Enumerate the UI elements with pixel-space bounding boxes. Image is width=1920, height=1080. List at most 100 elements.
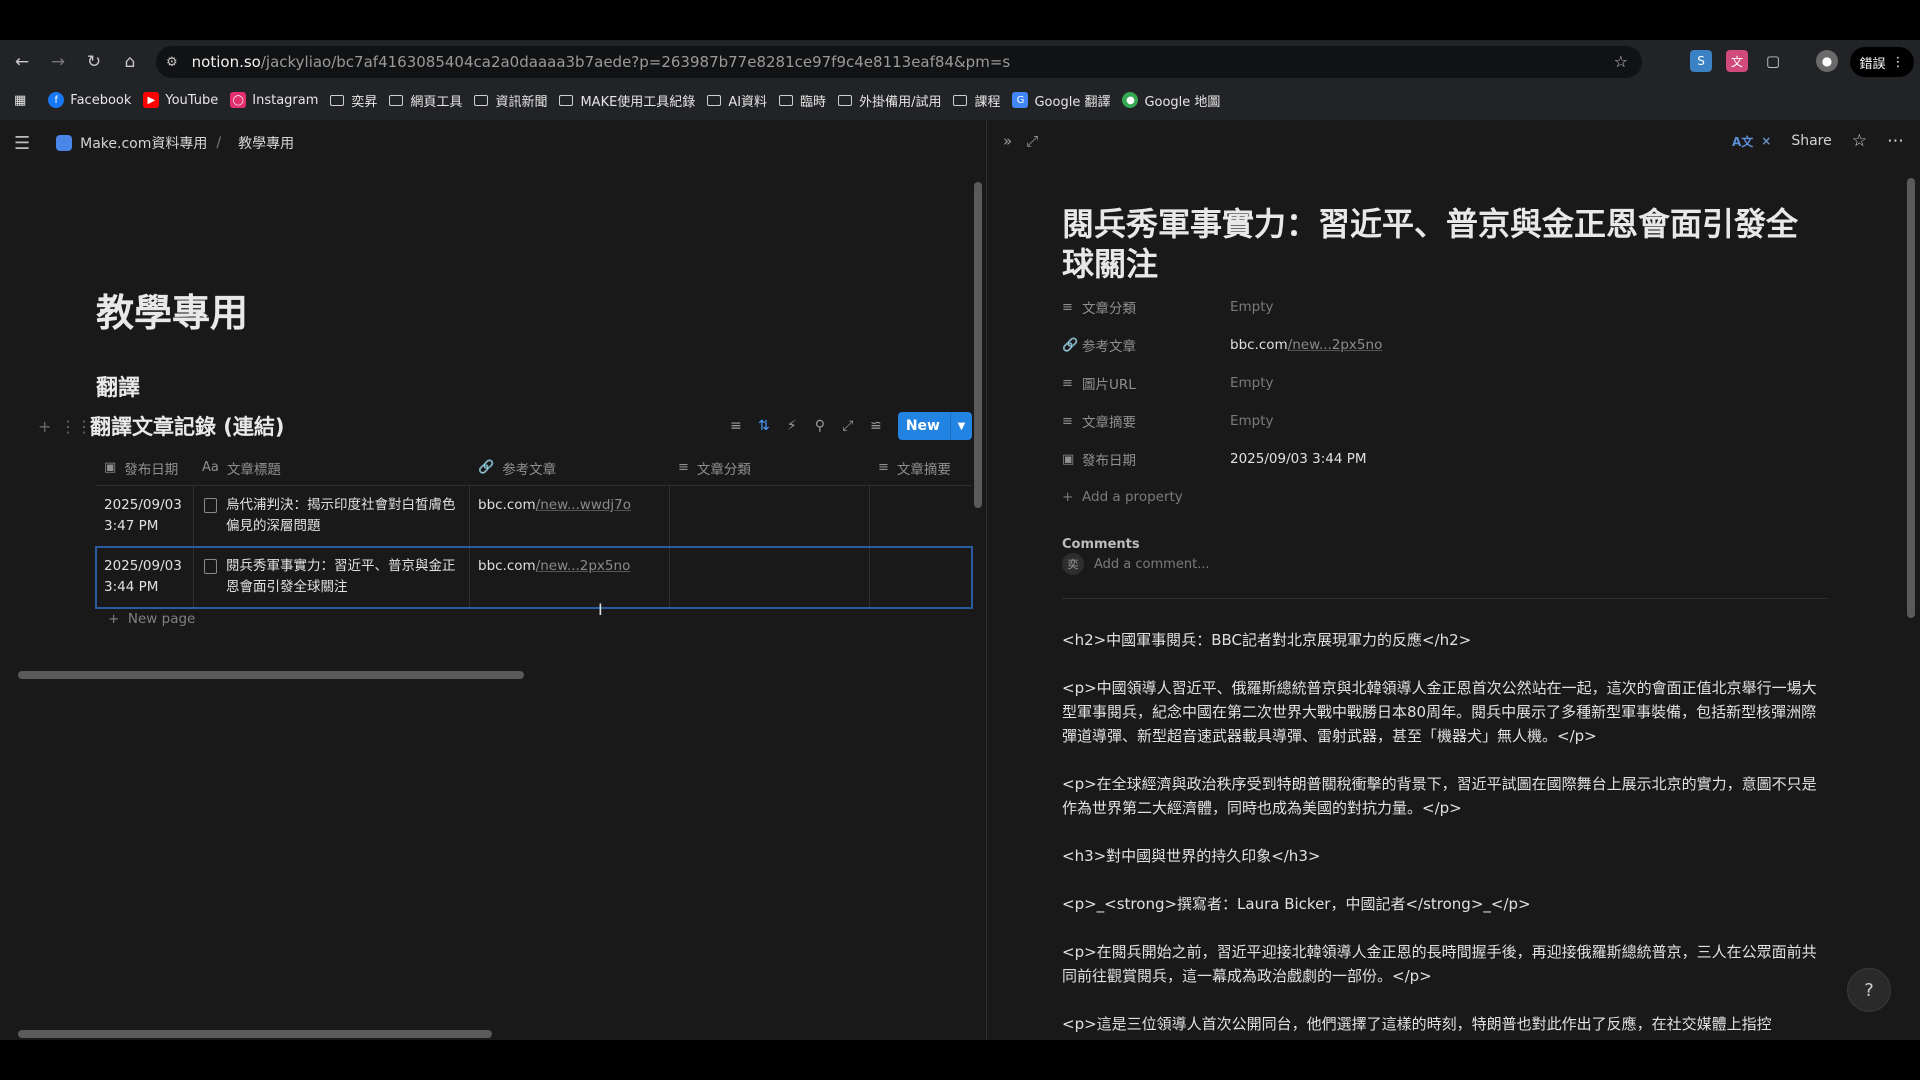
property-row[interactable]: ≡ 文章分類 Empty [1062, 288, 1822, 326]
search-icon[interactable]: ⚲ [806, 412, 834, 440]
bookmark-folder[interactable]: 課程 [953, 91, 1000, 110]
comment-input[interactable]: 奕 Add a comment... [1062, 553, 1828, 599]
sort-icon[interactable]: ⇅ [750, 412, 778, 440]
bookmark-facebook[interactable]: f Facebook [48, 92, 131, 108]
page-title[interactable]: 教學專用 [96, 282, 248, 337]
close-peek-icon[interactable]: » [1003, 132, 1012, 150]
profile-avatar-icon[interactable]: ● [1816, 50, 1838, 72]
home-icon[interactable]: ⌂ [116, 48, 144, 76]
breadcrumb-current[interactable]: 教學專用 [238, 133, 294, 153]
help-assistant-icon[interactable]: ? [1847, 968, 1891, 1012]
bookmark-youtube[interactable]: ▶ YouTube [143, 92, 218, 108]
cell-title[interactable]: 閱兵秀軍事實力：習近平、普京與金正恩會面引發全球關注 [194, 547, 470, 607]
link-path[interactable]: /new...wwdj7o [536, 497, 631, 513]
bookmark-folder[interactable]: MAKE使用工具紀錄 [559, 91, 695, 110]
database-title[interactable]: 翻譯文章記錄 (連結) [90, 411, 285, 441]
site-settings-icon[interactable]: ⚙ [166, 55, 178, 70]
cell-date[interactable]: 2025/09/03 3:44 PM [96, 547, 194, 607]
cell-reference[interactable]: bbc.com/new...2px5no [470, 547, 670, 607]
open-full-page-icon[interactable]: ⤢ [1026, 132, 1038, 150]
body-paragraph[interactable]: <p>中國領導人習近平、俄羅斯總統普京與北韓領導人金正恩首次公然站在一起，這次的… [1062, 676, 1822, 748]
cell-summary[interactable] [870, 486, 972, 546]
link-path[interactable]: /new...2px5no [1288, 337, 1383, 353]
settings-sliders-icon[interactable]: ≌ [862, 412, 890, 440]
profile-error-button[interactable]: 錯誤 ⋮ [1850, 47, 1914, 77]
close-icon[interactable]: × [1761, 134, 1771, 148]
translate-badge[interactable]: A文 × [1732, 133, 1771, 150]
bookmark-folder[interactable]: AI資料 [707, 91, 767, 110]
section-heading[interactable]: 翻譯 [96, 370, 140, 402]
property-row[interactable]: ▣ 發布日期 2025/09/03 3:44 PM [1062, 440, 1822, 478]
bookmark-star-icon[interactable]: ☆ [1614, 52, 1628, 71]
more-options-icon[interactable]: ⋯ [1887, 131, 1904, 151]
property-value[interactable]: bbc.com/new...2px5no [1230, 337, 1382, 353]
reload-icon[interactable]: ↻ [80, 48, 108, 76]
filter-icon[interactable]: ≡ [722, 412, 750, 440]
property-row[interactable]: ≡ 圖片URL Empty [1062, 364, 1822, 402]
bookmark-folder[interactable]: 資訊新聞 [474, 91, 547, 110]
bookmark-google-maps[interactable]: ● Google 地圖 [1122, 91, 1220, 110]
add-property-button[interactable]: + Add a property [1062, 478, 1822, 516]
table-row[interactable]: 2025/09/03 3:47 PM 烏代浦判決：揭示印度社會對白皙膚色偏見的深層… [96, 486, 972, 547]
share-button[interactable]: Share [1791, 133, 1831, 149]
column-header-category[interactable]: ≡ 文章分類 [670, 450, 870, 486]
breadcrumb-parent[interactable]: Make.com資料專用 [80, 133, 207, 153]
add-block-icon[interactable]: + [38, 417, 60, 436]
extension-translate-icon[interactable]: 文 [1726, 50, 1748, 72]
property-value[interactable]: 2025/09/03 3:44 PM [1230, 451, 1367, 467]
chevron-down-icon[interactable]: ▼ [950, 412, 972, 440]
column-header-summary[interactable]: ≡ 文章摘要 [870, 450, 972, 486]
cell-reference[interactable]: bbc.com/new...wwdj7o [470, 486, 670, 546]
favorite-star-icon[interactable]: ☆ [1852, 131, 1867, 151]
extension-s-icon[interactable]: S [1690, 50, 1712, 72]
link-host[interactable]: bbc.com [478, 558, 536, 574]
property-value[interactable]: Empty [1230, 299, 1274, 315]
new-page-button[interactable]: + New page [108, 611, 195, 627]
comments-heading: Comments [1062, 537, 1140, 552]
link-path[interactable]: /new...2px5no [536, 558, 631, 574]
address-bar[interactable]: ⚙ notion.so/jackyliao/bc7af4163085404ca2… [156, 46, 1642, 78]
bookmark-folder[interactable]: 外掛備用/試用 [838, 91, 941, 110]
peek-page-title[interactable]: 閱兵秀軍事實力：習近平、普京與金正恩會面引發全球關注 [1062, 204, 1802, 284]
table-row[interactable]: 2025/09/03 3:44 PM 閱兵秀軍事實力：習近平、普京與金正恩會面引發… [95, 546, 973, 609]
cell-category[interactable] [670, 486, 870, 546]
column-header-reference[interactable]: 🔗 参考文章 [470, 450, 670, 486]
bookmark-folder[interactable]: 臨時 [779, 91, 826, 110]
bookmark-folder[interactable]: 網頁工具 [389, 91, 462, 110]
bookmark-google-translate[interactable]: G Google 翻譯 [1012, 91, 1110, 110]
body-paragraph[interactable]: <h3>對中國與世界的持久印象</h3> [1062, 844, 1822, 868]
expand-icon[interactable]: ⤢ [834, 412, 862, 440]
page-vertical-scrollbar[interactable] [974, 182, 982, 508]
page-horizontal-scrollbar[interactable] [18, 1030, 492, 1038]
cell-summary[interactable] [870, 547, 972, 607]
back-icon[interactable]: ← [8, 48, 36, 76]
body-paragraph[interactable]: <p>_<strong>撰寫者：Laura Bicker，中國記者</stron… [1062, 892, 1822, 916]
property-value[interactable]: Empty [1230, 375, 1274, 391]
cell-title[interactable]: 烏代浦判決：揭示印度社會對白皙膚色偏見的深層問題 [194, 486, 470, 546]
property-row[interactable]: 🔗 参考文章 bbc.com/new...2px5no [1062, 326, 1822, 364]
column-header-date[interactable]: ▣ 發布日期 [96, 450, 194, 486]
calendar-icon: ▣ [104, 460, 117, 475]
link-host[interactable]: bbc.com [478, 497, 536, 513]
bookmark-instagram[interactable]: ◯ Instagram [230, 92, 318, 108]
table-horizontal-scrollbar[interactable] [18, 671, 524, 679]
bookmark-folder[interactable]: 奕昇 [330, 91, 377, 110]
drag-handle-icon[interactable]: ⋮⋮ [60, 417, 92, 436]
body-paragraph[interactable]: <p>這是三位領導人首次公開同台，他們選擇了這樣的時刻，特朗普也對此作出了反應，… [1062, 1012, 1822, 1036]
automation-bolt-icon[interactable]: ⚡ [778, 412, 806, 440]
peek-vertical-scrollbar[interactable] [1907, 178, 1915, 618]
column-header-title[interactable]: Aa 文章標題 [194, 450, 470, 486]
cell-category[interactable] [670, 547, 870, 607]
body-paragraph[interactable]: <p>在閱兵開始之前，習近平迎接北韓領導人金正恩的長時間握手後，再迎接俄羅斯總統… [1062, 940, 1822, 988]
extensions-puzzle-icon[interactable]: ▢ [1762, 50, 1784, 72]
body-paragraph[interactable]: <h2>中國軍事閱兵：BBC記者對北京展現軍力的反應</h2> [1062, 628, 1822, 652]
link-host[interactable]: bbc.com [1230, 337, 1288, 353]
sidebar-menu-icon[interactable]: ☰ [14, 133, 30, 154]
apps-grid-icon[interactable]: ▦ [14, 93, 26, 108]
cell-date[interactable]: 2025/09/03 3:47 PM [96, 486, 194, 546]
property-row[interactable]: ≡ 文章摘要 Empty [1062, 402, 1822, 440]
body-paragraph[interactable]: <p>在全球經濟與政治秩序受到特朗普關稅衝擊的背景下，習近平試圖在國際舞台上展示… [1062, 772, 1822, 820]
forward-icon[interactable]: → [44, 48, 72, 76]
new-button[interactable]: New ▼ [897, 412, 972, 440]
property-value[interactable]: Empty [1230, 413, 1274, 429]
